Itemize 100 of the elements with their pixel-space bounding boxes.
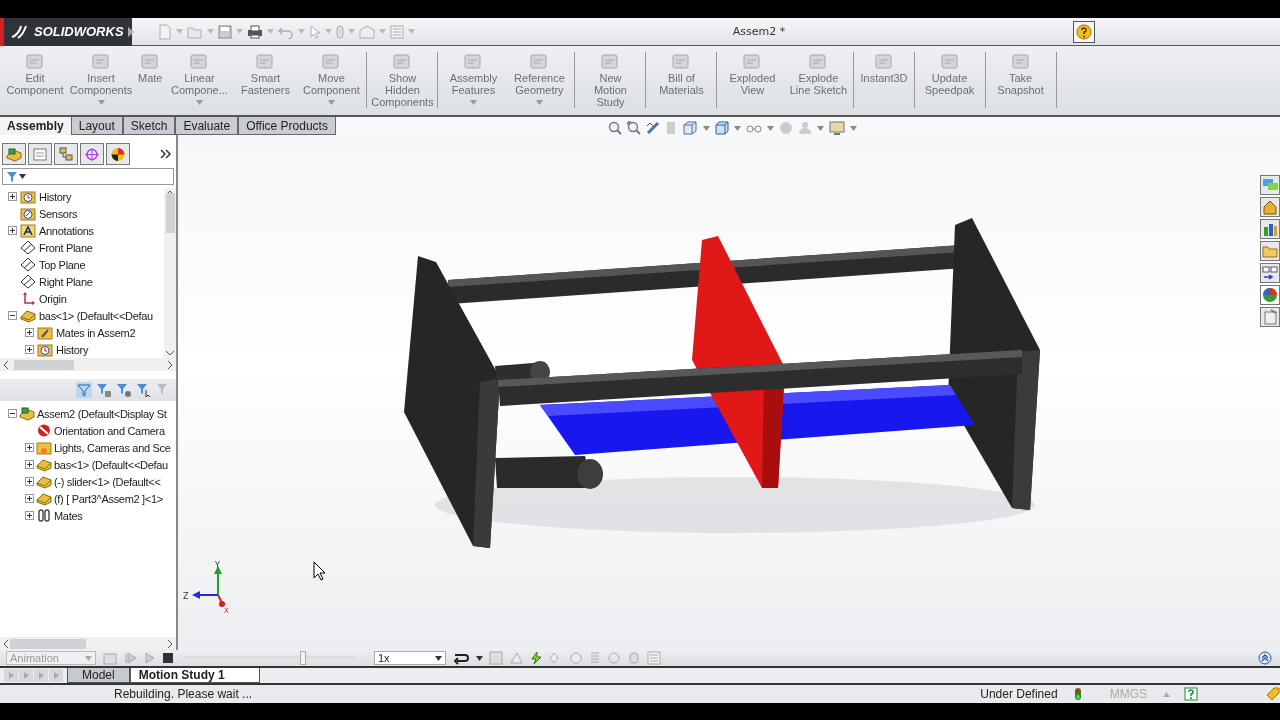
filter-icon[interactable] xyxy=(76,382,92,398)
filter-icon[interactable] xyxy=(96,382,112,398)
expand-toggle[interactable] xyxy=(25,345,34,354)
scrollbar[interactable] xyxy=(0,637,176,650)
view-orientation-icon[interactable] xyxy=(681,121,698,135)
task-pane-tab[interactable] xyxy=(1260,219,1280,239)
tree-item[interactable]: Annotations xyxy=(39,224,94,237)
expand-toggle[interactable] xyxy=(8,226,17,235)
command-button[interactable]: Mate xyxy=(134,52,167,108)
ribbon-tab[interactable]: Evaluate xyxy=(175,117,239,135)
expand-toggle[interactable] xyxy=(8,311,17,320)
command-button[interactable]: Explode Line Sketch xyxy=(785,52,852,108)
filter-icon[interactable] xyxy=(116,382,132,398)
task-pane-tab[interactable] xyxy=(1260,263,1280,283)
tag-icon[interactable] xyxy=(1266,687,1280,701)
caret-icon[interactable] xyxy=(435,655,442,661)
scrollbar[interactable] xyxy=(164,188,176,358)
task-pane-tab[interactable] xyxy=(1260,307,1280,327)
expand-toggle[interactable] xyxy=(8,409,17,418)
tree-item[interactable]: Assem2 (Default<Display St xyxy=(37,407,167,420)
expand-up-icon[interactable] xyxy=(1258,651,1272,665)
feature-manager-tab[interactable] xyxy=(2,143,26,165)
scroll-right-icon[interactable] xyxy=(168,360,173,369)
loop-icon[interactable] xyxy=(452,651,470,665)
command-button[interactable]: New Motion Study xyxy=(577,52,644,108)
ribbon-tab[interactable]: Assembly xyxy=(0,117,71,135)
tree-item[interactable]: (-) slider<1> (Default<< xyxy=(54,475,161,488)
stop-icon[interactable] xyxy=(162,652,174,664)
open-folder-icon[interactable] xyxy=(187,24,203,39)
command-button[interactable]: Reference Geometry xyxy=(506,52,573,108)
caret-icon[interactable] xyxy=(476,655,483,661)
caret-icon[interactable] xyxy=(19,174,26,179)
tree-item[interactable]: (f) [ Part3^Assem2 ]<1> xyxy=(54,492,163,505)
zoom-icon[interactable] xyxy=(607,121,622,135)
command-button[interactable]: Update Speedpak xyxy=(916,52,983,108)
command-button[interactable]: Insert Components xyxy=(68,52,134,108)
printer-icon[interactable] xyxy=(247,24,263,39)
play-from-start-icon[interactable] xyxy=(124,651,138,665)
help-icon[interactable] xyxy=(1184,687,1198,701)
scroll-left-icon[interactable] xyxy=(3,360,8,369)
task-pane-tab[interactable] xyxy=(1260,241,1280,261)
rebuild-light-icon[interactable] xyxy=(1073,687,1082,701)
tree-item[interactable]: Mates in Assem2 xyxy=(56,326,136,339)
tree-item[interactable]: History xyxy=(56,343,89,356)
command-button[interactable]: Show Hidden Components xyxy=(369,52,436,108)
expand-toggle[interactable] xyxy=(25,477,34,486)
command-button[interactable]: Smart Fasteners xyxy=(232,52,299,108)
ribbon-tab[interactable]: Layout xyxy=(70,117,123,135)
study-tab[interactable]: Model xyxy=(67,668,130,683)
command-button[interactable]: Edit Component xyxy=(2,52,68,108)
expand-toggle[interactable] xyxy=(25,443,34,452)
property-manager-tab[interactable] xyxy=(28,143,52,165)
tree-item[interactable]: Right Plane xyxy=(39,275,93,288)
task-pane-tab[interactable] xyxy=(1260,197,1280,217)
ribbon-tab[interactable]: Office Products xyxy=(238,117,336,135)
scroll-right-icon[interactable] xyxy=(168,639,173,648)
command-button[interactable]: Instant3D xyxy=(856,52,912,108)
scrollbar-thumb[interactable] xyxy=(14,359,74,370)
expand-toggle[interactable] xyxy=(25,494,34,503)
undo-icon[interactable] xyxy=(278,24,294,39)
dimxpert-tab[interactable] xyxy=(80,143,104,165)
tree-item[interactable]: Sensors xyxy=(39,207,78,220)
task-pane-tab[interactable] xyxy=(1260,285,1280,305)
slider-thumb[interactable] xyxy=(300,651,306,665)
tree-item[interactable]: Orientation and Camera xyxy=(54,424,165,437)
tree-item[interactable]: bas<1> (Default<<Defau xyxy=(54,458,168,471)
display-manager-tab[interactable] xyxy=(106,143,130,165)
menu-arrow-icon[interactable] xyxy=(127,26,134,37)
command-button[interactable]: Move Component xyxy=(298,52,365,108)
command-button[interactable]: Assembly Features xyxy=(440,52,507,108)
scrollbar-thumb[interactable] xyxy=(165,193,175,233)
ribbon-tab[interactable]: Sketch xyxy=(122,117,176,135)
save-icon[interactable] xyxy=(218,24,232,39)
playback-speed-dropdown[interactable]: 1x xyxy=(374,651,446,665)
expand-icon[interactable] xyxy=(160,149,172,159)
zoom-area-icon[interactable] xyxy=(626,121,641,135)
configuration-manager-tab[interactable] xyxy=(54,143,78,165)
scroll-down-icon[interactable] xyxy=(166,351,174,356)
tree-item[interactable]: History xyxy=(39,190,72,203)
study-tab[interactable]: Motion Study 1 xyxy=(129,668,260,683)
command-button[interactable]: Take Snapshot xyxy=(987,52,1054,108)
expand-toggle[interactable] xyxy=(25,511,34,520)
scroll-left-icon[interactable] xyxy=(3,639,8,648)
view-settings-icon[interactable] xyxy=(828,121,845,135)
scrollbar-thumb[interactable] xyxy=(10,638,86,649)
caret-up-icon[interactable] xyxy=(1163,691,1170,697)
new-document-icon[interactable] xyxy=(158,23,172,40)
cube-icon[interactable] xyxy=(714,121,729,135)
expand-toggle[interactable] xyxy=(25,328,34,337)
expand-toggle[interactable] xyxy=(25,460,34,469)
command-button[interactable]: Exploded View xyxy=(719,52,786,108)
scrollbar[interactable] xyxy=(0,358,176,371)
expand-toggle[interactable] xyxy=(8,192,17,201)
filter-icon[interactable] xyxy=(136,382,152,398)
play-icon[interactable] xyxy=(144,651,156,665)
command-button[interactable]: Linear Compone... xyxy=(166,52,233,108)
tree-item[interactable]: Front Plane xyxy=(39,241,93,254)
command-button[interactable]: Bill of Materials xyxy=(648,52,715,108)
tree-item[interactable]: Top Plane xyxy=(39,258,86,271)
filter-field[interactable] xyxy=(2,168,174,185)
